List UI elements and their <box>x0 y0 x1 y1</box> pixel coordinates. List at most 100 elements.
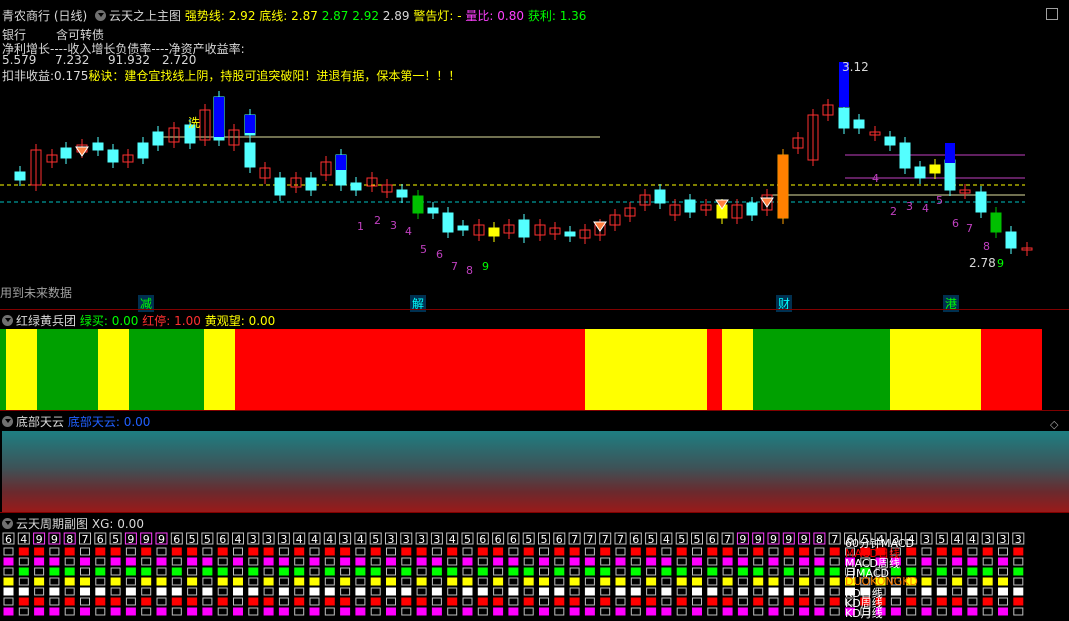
cycle-cell <box>34 607 45 616</box>
cycle-cell <box>34 567 45 576</box>
cycle-digit: 8 <box>66 533 73 546</box>
cycle-cell <box>615 567 626 576</box>
cycle-cell <box>141 547 152 556</box>
cycle-cell <box>737 607 748 616</box>
cycle-cell <box>125 607 136 616</box>
cycle-cell <box>630 577 641 586</box>
warning-value: - <box>457 9 462 23</box>
window-restore-icon[interactable] <box>1046 8 1058 20</box>
cycle-cell <box>539 557 549 566</box>
cycle-cell <box>615 577 626 586</box>
cycle-cell <box>829 587 840 596</box>
cycle-cell <box>49 557 60 566</box>
cycle-cell <box>416 587 427 596</box>
cycle-cell <box>646 577 657 586</box>
roe-value: 2.720 <box>162 53 197 67</box>
cycle-cell <box>248 557 259 566</box>
cycle-cell <box>401 567 412 576</box>
cycle-cell <box>523 557 534 566</box>
cycle-cell <box>202 597 213 606</box>
cycle-cell <box>49 607 60 616</box>
cycle-cell <box>584 577 595 586</box>
cycle-cell <box>768 597 779 606</box>
cycle-cell <box>171 607 182 616</box>
cycle-cell <box>539 577 549 586</box>
cycle-cell <box>569 557 580 566</box>
candle-body <box>305 177 317 191</box>
cycle-cell <box>324 567 335 576</box>
cycle-cell <box>722 597 733 606</box>
cycle-digit: 5 <box>464 533 471 546</box>
candle-body <box>654 189 666 204</box>
cycle-cell <box>829 597 840 606</box>
cycle-cell <box>508 567 519 576</box>
cycle-cell <box>753 547 764 556</box>
cycle-digit: 9 <box>51 533 58 546</box>
panel-menu-icon[interactable] <box>2 315 13 326</box>
cycle-cell <box>401 547 412 556</box>
cycle-cell <box>630 597 641 606</box>
cycle-cell <box>493 607 504 616</box>
cycle-cell <box>692 547 702 556</box>
cycle-cell <box>386 557 396 566</box>
cycle-digit: 5 <box>541 533 548 546</box>
cycle-cell <box>967 607 978 616</box>
wash-marker: 洗 <box>188 116 201 130</box>
cycle-cell <box>294 597 305 606</box>
cycle-cell <box>49 587 60 596</box>
panel3-title: 底部天云 <box>16 415 65 429</box>
cycle-cell <box>952 567 963 576</box>
cycle-cell <box>615 597 626 606</box>
cycle-cell <box>80 597 90 606</box>
cycle-cell <box>646 587 657 596</box>
cycle-cell <box>477 597 488 606</box>
band-segment <box>6 329 37 410</box>
cycle-cell <box>3 577 14 586</box>
cycle-cell <box>462 557 473 566</box>
count-label: 2 <box>374 214 381 227</box>
cycle-cell <box>294 547 305 556</box>
cycle-cell <box>18 607 29 616</box>
band-segment <box>585 329 707 410</box>
cycle-digit: 9 <box>739 533 746 546</box>
band-segment <box>753 329 890 410</box>
candle-body <box>684 199 696 213</box>
highlight-bar <box>778 155 788 218</box>
cycle-cell <box>34 557 45 566</box>
extra-value: 2.92 <box>352 9 379 23</box>
count-label: 7 <box>966 222 973 235</box>
cycle-cell <box>80 587 90 596</box>
cycle-cell <box>401 607 412 616</box>
count-label: 1 <box>357 220 364 233</box>
candle-body <box>427 207 439 214</box>
panel-menu-icon[interactable] <box>2 518 13 529</box>
cycle-digit: 6 <box>479 533 486 546</box>
cycle-digit: 3 <box>403 533 410 546</box>
cycle-cell <box>233 557 243 566</box>
indicator-menu-icon[interactable] <box>95 10 107 21</box>
count-label: 8 <box>983 240 990 253</box>
cycle-cell <box>141 577 152 586</box>
panel-menu-icon[interactable] <box>2 416 13 427</box>
cycle-cell <box>386 587 396 596</box>
scroll-diamond-icon[interactable]: ◇ <box>1050 418 1058 431</box>
candle-body <box>60 147 72 159</box>
cycle-cell <box>1013 577 1024 586</box>
cycle-cell <box>431 557 442 566</box>
cycle-cell <box>554 567 565 576</box>
cycle-cell <box>554 547 565 556</box>
cycle-cell <box>324 607 335 616</box>
cycle-cell <box>783 607 794 616</box>
cycle-cell <box>110 587 121 596</box>
cycle-cell <box>952 557 963 566</box>
cycle-digit: 9 <box>770 533 777 546</box>
cycle-digit: 3 <box>342 533 349 546</box>
cycle-cell <box>829 567 840 576</box>
cycle-cell <box>309 577 320 586</box>
indicator-name[interactable]: 云天之上主图 <box>109 9 181 23</box>
cycle-cell <box>34 547 45 556</box>
volume-bar-blue <box>214 97 224 137</box>
cycle-cell <box>676 587 687 596</box>
volume-bar-blue <box>245 115 255 133</box>
cycle-cell <box>248 607 259 616</box>
